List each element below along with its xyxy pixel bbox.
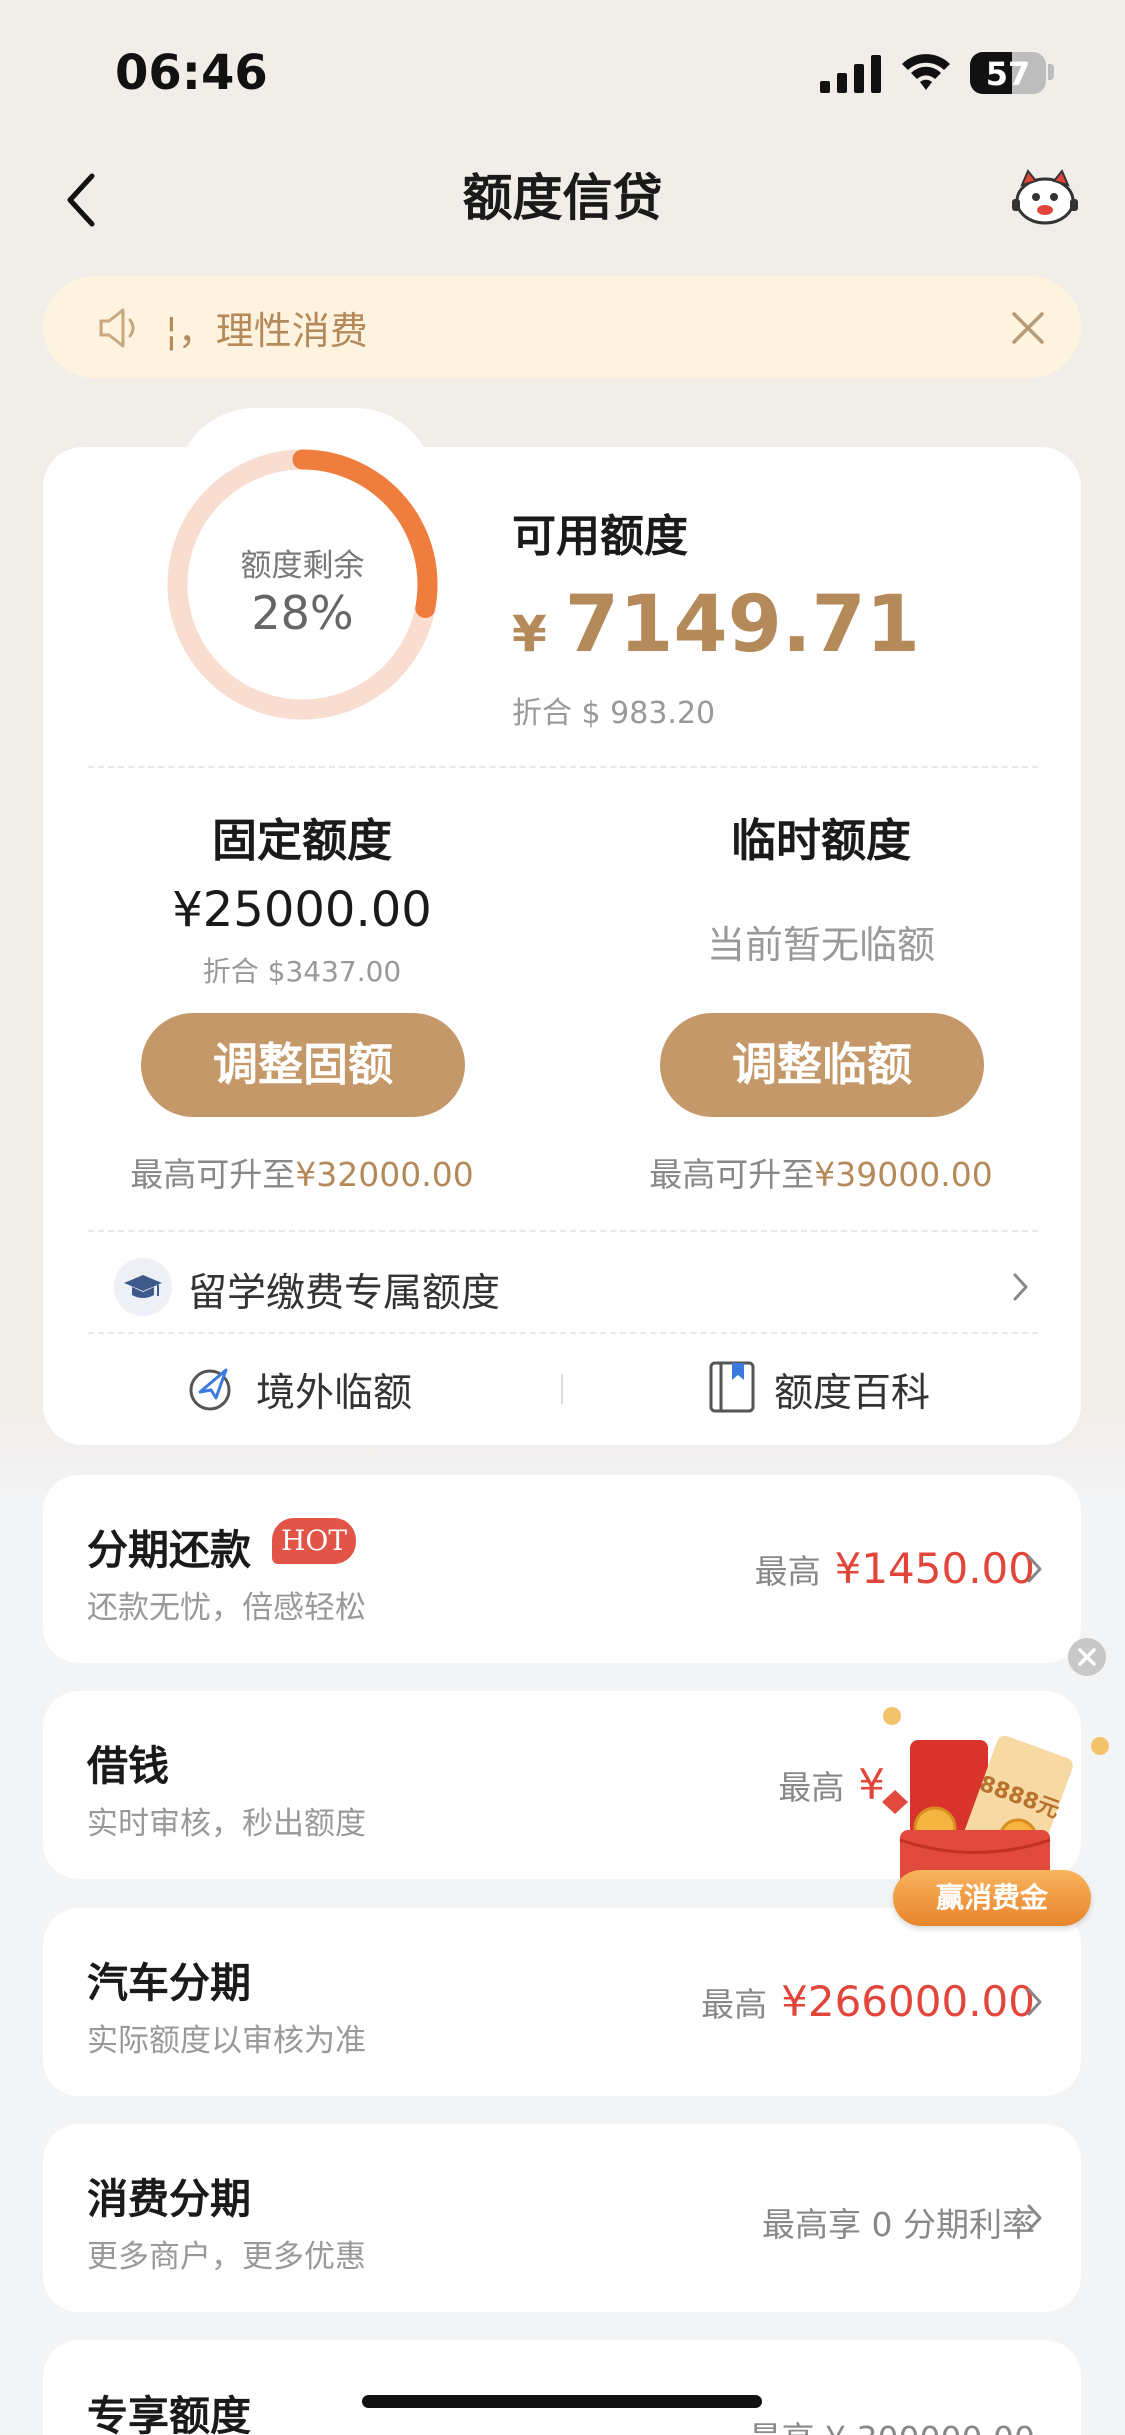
- speaker-icon: [99, 308, 135, 348]
- mascot-icon[interactable]: [1010, 165, 1080, 225]
- overseas-temp-quota-link[interactable]: 境外临额: [256, 1362, 412, 1418]
- ring-label: 额度剩余: [240, 548, 365, 584]
- temp-quota-title: 临时额度: [730, 814, 911, 867]
- temp-caption-prefix: 最高可升至: [649, 1155, 815, 1194]
- right-prefix: 最高: [754, 1552, 821, 1591]
- hot-badge: HOT: [272, 1518, 356, 1564]
- list-right: 最高 ¥266000.00: [701, 1977, 1035, 2026]
- right-amount: ¥1450.00: [834, 1544, 1035, 1593]
- available-value: 7149.71: [564, 580, 921, 670]
- list-right: 最高 ¥: [778, 1760, 885, 1809]
- available-amount: ¥7149.71: [512, 580, 920, 670]
- list-subtitle: 还款无忧，倍感轻松: [87, 1590, 366, 1626]
- win-voucher-button[interactable]: 赢消费金: [893, 1870, 1091, 1926]
- available-usd: 折合 $ 983.20: [512, 696, 716, 731]
- adjust-fixed-button[interactable]: 调整固额: [141, 1013, 465, 1117]
- list-title: 汽车分期: [87, 1959, 251, 2007]
- fixed-quota-amount: ¥25000.00: [172, 882, 432, 938]
- graduation-cap-icon: [114, 1258, 172, 1316]
- list-right-text: 最高 ¥ 300000.00: [749, 2412, 1035, 2435]
- chevron-right-icon[interactable]: [1010, 1270, 1032, 1304]
- study-abroad-quota[interactable]: 留学缴费专属额度: [188, 1262, 500, 1318]
- divider: [88, 1332, 1038, 1334]
- chevron-right-icon[interactable]: [1024, 1985, 1046, 2019]
- close-icon[interactable]: [1067, 1637, 1107, 1677]
- list-right-text: 最高享 0 分期利率: [762, 2205, 1035, 2244]
- right-prefix: 最高: [778, 1768, 845, 1807]
- page-title: 额度信贷: [462, 169, 663, 227]
- home-indicator[interactable]: [362, 2395, 762, 2408]
- plane-globe-icon: [189, 1368, 231, 1411]
- fixed-quota-usd: 折合 $3437.00: [202, 955, 402, 988]
- list-title: 消费分期: [87, 2175, 251, 2223]
- list-right: 最高 ¥1450.00: [755, 1544, 1035, 1593]
- quota-encyclopedia-link[interactable]: 额度百科: [774, 1362, 930, 1418]
- battery-icon: 57: [970, 52, 1046, 94]
- divider: [88, 766, 1038, 768]
- signal-icon: [820, 55, 881, 93]
- book-icon: [709, 1361, 755, 1413]
- list-title: 借钱: [87, 1742, 169, 1790]
- temp-quota-status: 当前暂无临额: [706, 923, 935, 967]
- right-amount: ¥266000.00: [781, 1977, 1035, 2026]
- list-subtitle: 实时审核，秒出额度: [87, 1806, 366, 1842]
- chevron-right-icon[interactable]: [1024, 1552, 1046, 1586]
- temp-caption: 最高可升至¥39000.00: [611, 1148, 1031, 1196]
- close-icon[interactable]: [1008, 308, 1048, 348]
- footer-divider: [561, 1374, 563, 1404]
- fixed-caption: 最高可升至¥32000.00: [92, 1148, 512, 1196]
- chevron-right-icon[interactable]: [1024, 2201, 1046, 2235]
- list-subtitle: 实际额度以审核为准: [87, 2023, 366, 2059]
- temp-caption-amount: ¥39000.00: [814, 1155, 993, 1194]
- wifi-icon: [902, 54, 950, 90]
- list-subtitle: 更多商户，更多优惠: [87, 2239, 366, 2275]
- battery-tip: [1048, 64, 1054, 80]
- fixed-caption-prefix: 最高可升至: [130, 1155, 296, 1194]
- right-prefix: 最高: [701, 1985, 768, 2024]
- divider: [88, 1230, 1038, 1232]
- fixed-quota-title: 固定额度: [211, 814, 392, 867]
- status-time: 06:46: [115, 45, 268, 101]
- available-title: 可用额度: [512, 511, 688, 562]
- notice-text: ¦，理性消费: [165, 309, 368, 353]
- battery-level: 57: [985, 55, 1031, 93]
- currency-symbol: ¥: [512, 605, 547, 663]
- list-title: 分期还款: [87, 1526, 251, 1574]
- ring-percent: 28%: [251, 586, 354, 640]
- adjust-temp-button[interactable]: 调整临额: [660, 1013, 984, 1117]
- fixed-caption-amount: ¥32000.00: [295, 1155, 474, 1194]
- list-title: 专享额度: [87, 2392, 251, 2435]
